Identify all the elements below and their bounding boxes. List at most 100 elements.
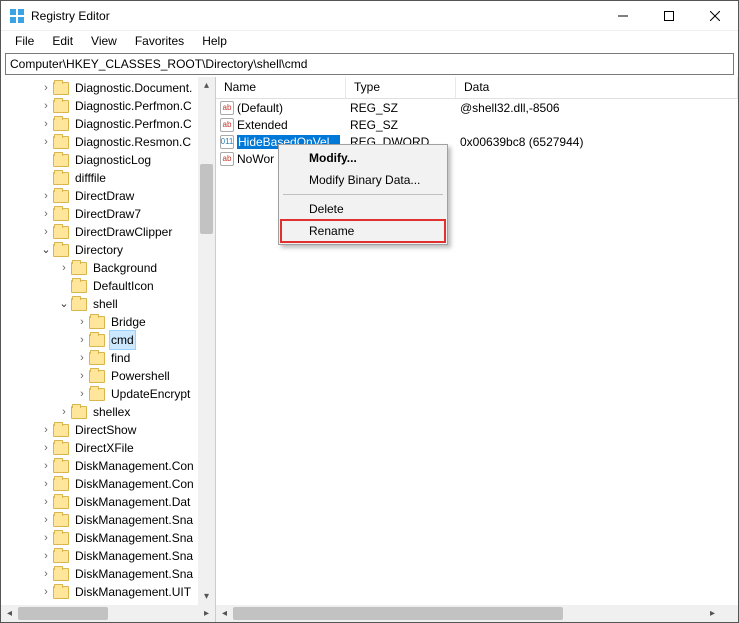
registry-tree[interactable]: ›Diagnostic.Document.›Diagnostic.Perfmon…	[1, 77, 215, 603]
tree-item[interactable]: ›Bridge	[1, 313, 215, 331]
menu-help[interactable]: Help	[194, 33, 235, 49]
chevron-right-icon[interactable]: ›	[39, 439, 53, 457]
tree-item[interactable]: › DiskManagement.Dat	[1, 493, 215, 511]
tree-item[interactable]: › Powershell	[1, 367, 215, 385]
maximize-icon	[664, 11, 674, 21]
tree-item-label: DiskManagement.Dat	[73, 493, 192, 511]
tree-item[interactable]: ›Diagnostic.Perfmon.C	[1, 97, 215, 115]
column-name[interactable]: Name	[216, 77, 346, 98]
tree-item-label: DirectDraw	[73, 187, 136, 205]
tree-item[interactable]: ⌄shell	[1, 295, 215, 313]
menu-view[interactable]: View	[83, 33, 125, 49]
list-row[interactable]: ab(Default)REG_SZ@shell32.dll,-8506	[216, 99, 738, 116]
scroll-left-icon[interactable]: ◂	[1, 605, 18, 622]
tree-item[interactable]: ›DirectDrawClipper	[1, 223, 215, 241]
list-pane: Name Type Data ab(Default)REG_SZ@shell32…	[216, 77, 738, 622]
tree-item[interactable]: ›cmd	[1, 331, 215, 349]
folder-icon	[53, 568, 69, 581]
tree-item[interactable]: ›Diagnostic.Document.	[1, 79, 215, 97]
folder-icon	[53, 244, 69, 257]
chevron-right-icon[interactable]: ›	[39, 223, 53, 241]
tree-item[interactable]: difffile	[1, 169, 215, 187]
chevron-right-icon[interactable]: ›	[75, 331, 89, 349]
tree-item[interactable]: DiagnosticLog	[1, 151, 215, 169]
ctx-rename[interactable]: Rename	[281, 220, 445, 242]
scroll-right-icon[interactable]: ▸	[704, 605, 721, 622]
ctx-modify[interactable]: Modify...	[281, 147, 445, 169]
tree-item[interactable]: ›DiskManagement.Sna	[1, 565, 215, 583]
tree-item[interactable]: ›shellex	[1, 403, 215, 421]
tree-item[interactable]: ›DirectShow	[1, 421, 215, 439]
chevron-right-icon[interactable]: ›	[39, 475, 53, 493]
tree-item[interactable]: › DiskManagement.Con	[1, 457, 215, 475]
chevron-right-icon[interactable]: ›	[39, 187, 53, 205]
tree-item[interactable]: ›DirectXFile	[1, 439, 215, 457]
tree-item[interactable]: ›Diagnostic.Resmon.C	[1, 133, 215, 151]
chevron-down-icon[interactable]: ⌄	[39, 241, 53, 259]
chevron-right-icon[interactable]: ›	[39, 583, 53, 601]
value-type: REG_SZ	[346, 118, 456, 132]
tree-horizontal-scrollbar[interactable]: ◂ ▸	[1, 605, 215, 622]
tree-item[interactable]: ›DirectDraw7	[1, 205, 215, 223]
chevron-right-icon[interactable]: ›	[39, 565, 53, 583]
close-button[interactable]	[692, 1, 738, 30]
chevron-right-icon[interactable]: ›	[57, 259, 71, 277]
chevron-right-icon[interactable]: ›	[75, 367, 89, 385]
tree-item[interactable]: ›DiskManagement.Sna	[1, 511, 215, 529]
ctx-modify-binary[interactable]: Modify Binary Data...	[281, 169, 445, 191]
menu-file[interactable]: File	[7, 33, 42, 49]
menu-favorites[interactable]: Favorites	[127, 33, 192, 49]
tree-item[interactable]: ›DiskManagement.UIT	[1, 583, 215, 601]
minimize-button[interactable]	[600, 1, 646, 30]
tree-vertical-scrollbar[interactable]: ▴ ▾	[198, 77, 215, 605]
tree-item[interactable]: › DirectDraw	[1, 187, 215, 205]
chevron-right-icon[interactable]: ›	[39, 79, 53, 97]
scroll-thumb[interactable]	[18, 607, 108, 620]
address-bar[interactable]: Computer\HKEY_CLASSES_ROOT\Directory\she…	[5, 53, 734, 75]
chevron-right-icon[interactable]: ›	[75, 385, 89, 403]
scroll-up-icon[interactable]: ▴	[198, 77, 215, 94]
chevron-right-icon[interactable]: ›	[39, 529, 53, 547]
tree-item[interactable]: ⌄Directory	[1, 241, 215, 259]
scroll-down-icon[interactable]: ▾	[198, 588, 215, 605]
tree-item[interactable]: ›DiskManagement.Sna	[1, 529, 215, 547]
tree-item[interactable]: ›find	[1, 349, 215, 367]
folder-icon	[53, 100, 69, 113]
chevron-right-icon[interactable]: ›	[75, 313, 89, 331]
chevron-right-icon[interactable]: ›	[39, 205, 53, 223]
tree-item[interactable]: ›Background	[1, 259, 215, 277]
folder-icon	[89, 388, 105, 401]
tree-item-label: DiskManagement.Con	[73, 457, 196, 475]
maximize-button[interactable]	[646, 1, 692, 30]
chevron-right-icon[interactable]: ›	[39, 457, 53, 475]
scroll-thumb[interactable]	[200, 164, 213, 234]
tree-item[interactable]: ›DiskManagement.Sna	[1, 547, 215, 565]
column-type[interactable]: Type	[346, 77, 456, 98]
scroll-left-icon[interactable]: ◂	[216, 605, 233, 622]
scroll-thumb[interactable]	[233, 607, 563, 620]
tree-item-label: Powershell	[109, 367, 172, 385]
chevron-right-icon[interactable]: ›	[39, 511, 53, 529]
tree-pane: ›Diagnostic.Document.›Diagnostic.Perfmon…	[1, 77, 216, 622]
chevron-down-icon[interactable]: ⌄	[57, 295, 71, 313]
ctx-delete[interactable]: Delete	[281, 198, 445, 220]
list-horizontal-scrollbar[interactable]: ◂ ▸	[216, 605, 738, 622]
menu-edit[interactable]: Edit	[44, 33, 81, 49]
tree-item[interactable]: DefaultIcon	[1, 277, 215, 295]
chevron-right-icon[interactable]: ›	[39, 133, 53, 151]
chevron-right-icon[interactable]: ›	[39, 115, 53, 133]
column-data[interactable]: Data	[456, 77, 738, 98]
tree-item[interactable]: ›Diagnostic.Perfmon.C	[1, 115, 215, 133]
chevron-right-icon[interactable]: ›	[39, 493, 53, 511]
chevron-right-icon[interactable]: ›	[75, 349, 89, 367]
tree-item[interactable]: ›DiskManagement.Con	[1, 475, 215, 493]
chevron-right-icon[interactable]: ›	[39, 547, 53, 565]
list-row[interactable]: abExtendedREG_SZ	[216, 116, 738, 133]
chevron-right-icon[interactable]: ›	[39, 97, 53, 115]
chevron-right-icon[interactable]: ›	[57, 403, 71, 421]
value-data: @shell32.dll,-8506	[456, 101, 738, 115]
chevron-right-icon[interactable]: ›	[39, 421, 53, 439]
scroll-right-icon[interactable]: ▸	[198, 605, 215, 622]
tree-item[interactable]: ›UpdateEncrypt	[1, 385, 215, 403]
folder-icon	[53, 82, 69, 95]
